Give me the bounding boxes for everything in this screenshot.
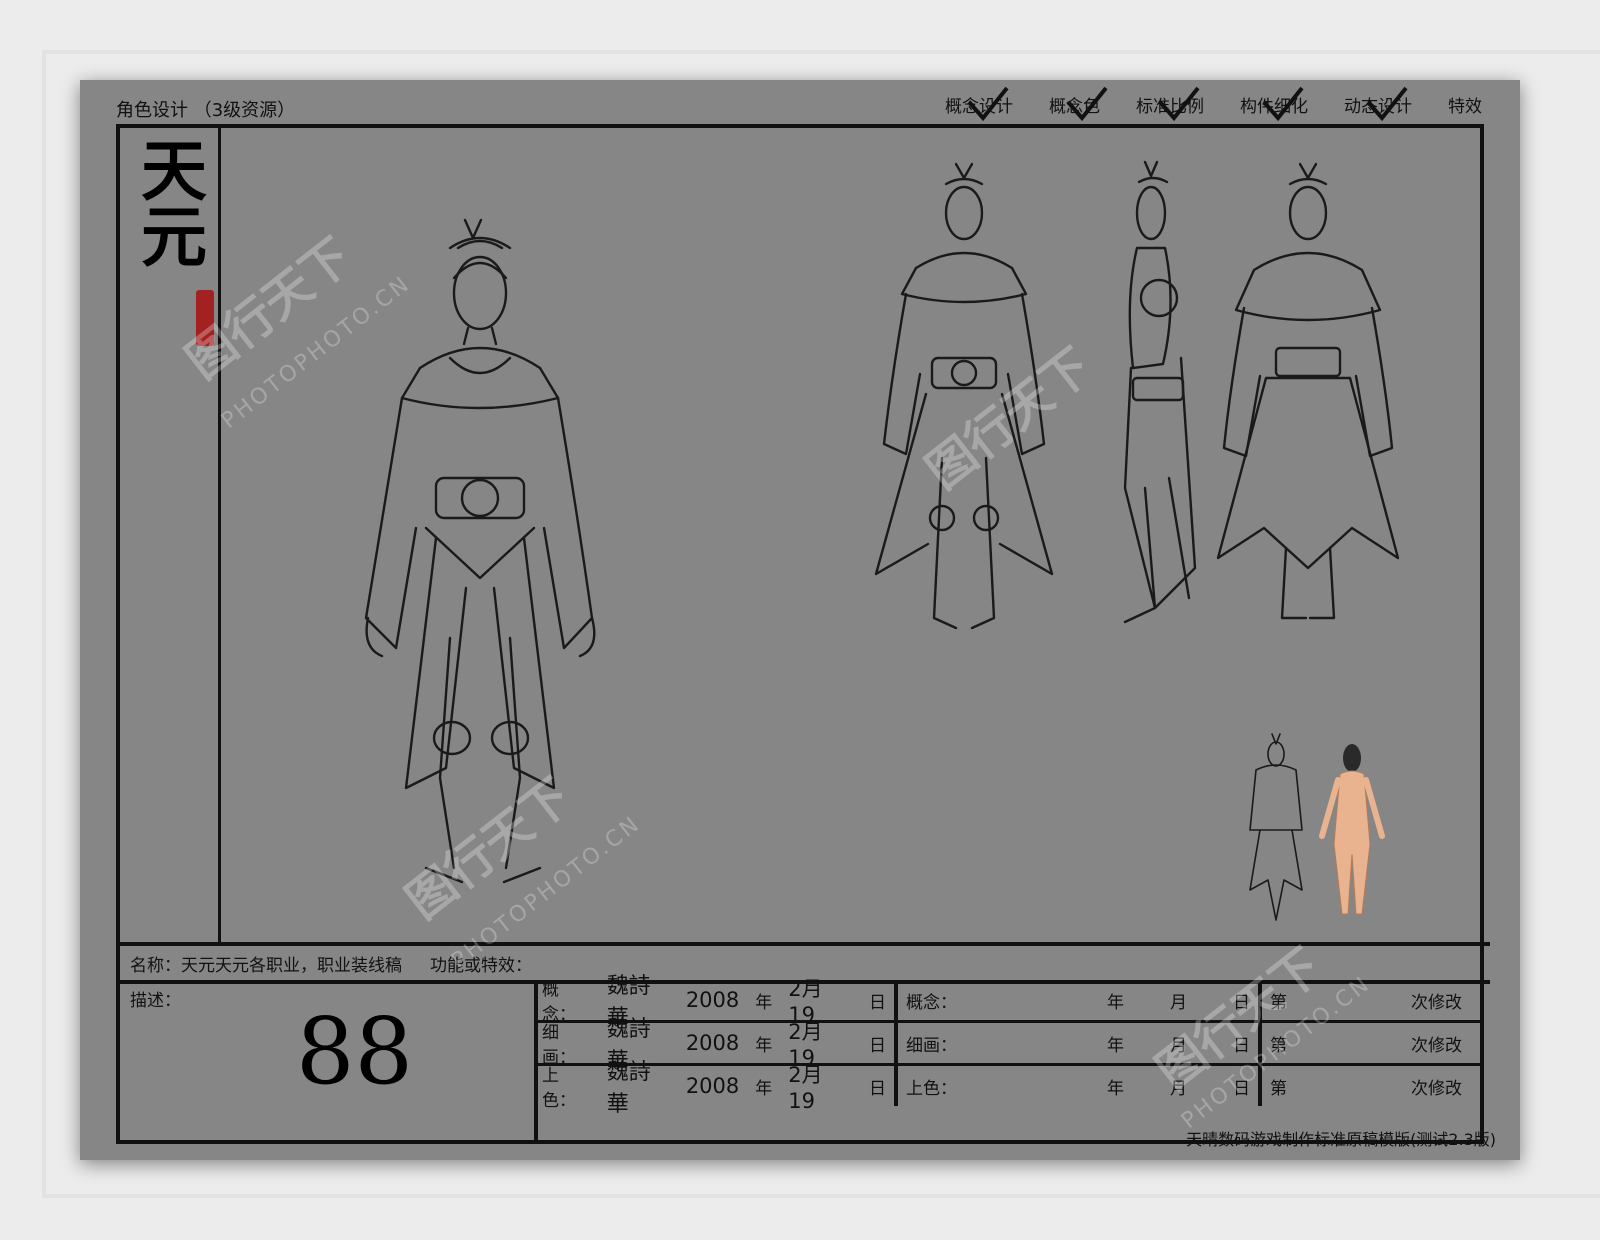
signoff-grid: 概念： 魏詩華 2008 年 2月 19 日 概念：年月日 第次修改 细画： 魏詩華 2008… — [534, 974, 1480, 1140]
stage-motion: 动态设计 — [1344, 86, 1412, 122]
revision-count: 第次修改 — [1270, 1078, 1462, 1099]
signoff-entry: 细画： 魏詩華 2008 年 2月 19 日 — [534, 1017, 898, 1074]
logo-column: 天元 — [120, 128, 221, 942]
stage-effects: 特效 — [1448, 97, 1482, 117]
sheet-title: 角色设计 （3级资源） — [116, 100, 296, 121]
stage-proportion: 标准比例 — [1136, 86, 1204, 122]
stage-concept: 概念设计 — [945, 86, 1013, 122]
side-view-illustration — [1123, 160, 1197, 624]
check-mark-icon — [1066, 86, 1108, 122]
front-view-illustration — [874, 162, 1054, 630]
drawing-board: 天元 名称：天元天元各职业，职业装线稿 功能或特效： 描述： 88 概念： 魏詩… — [116, 124, 1490, 1144]
design-sheet: 角色设计 （3级资源） 概念设计 概念色 标准比例 构件细化 动态设计 特效 天… — [80, 80, 1520, 1160]
game-logo: 天元 — [130, 136, 208, 268]
revision-count: 第次修改 — [1270, 992, 1462, 1013]
revision-entry: 概念：年月日 — [898, 980, 1262, 1020]
stage-concept-color: 概念色 — [1049, 86, 1108, 122]
signoff-row: 上色： 魏詩華 2008 年 2月 19 日 上色：年月日 第次修改 — [534, 1060, 1480, 1117]
revision-count: 第次修改 — [1270, 1035, 1462, 1056]
scale-reference-figures — [1249, 733, 1385, 921]
check-mark-icon — [1366, 86, 1408, 122]
description-number: 88 — [296, 998, 414, 1105]
template-footer: 天晴数码游戏制作标准原稿模版(测试2.3版) — [1186, 1130, 1496, 1149]
main-character-illustration — [364, 218, 596, 884]
stage-detail: 构件细化 — [1240, 86, 1308, 122]
signoff-entry: 上色： 魏詩華 2008 年 2月 19 日 — [534, 1060, 898, 1117]
signoff-row: 概念： 魏詩華 2008 年 2月 19 日 概念：年月日 第次修改 — [534, 974, 1480, 1031]
check-mark-icon — [1158, 86, 1200, 122]
description-cell: 描述： 88 — [120, 980, 538, 1140]
revision-entry: 上色：年月日 — [898, 1066, 1262, 1106]
signoff-row: 细画： 魏詩華 2008 年 2月 19 日 细画：年月日 第次修改 — [534, 1017, 1480, 1074]
check-mark-icon — [1262, 86, 1304, 122]
check-mark-icon — [967, 86, 1009, 122]
function-label: 功能或特效： — [430, 955, 532, 976]
name-field: 名称：天元天元各职业，职业装线稿 — [130, 955, 402, 976]
red-seal-stamp — [196, 290, 214, 346]
revision-entry: 细画：年月日 — [898, 1023, 1262, 1063]
signoff-entry: 概念： 魏詩華 2008 年 2月 19 日 — [534, 974, 898, 1031]
back-view-illustration — [1216, 162, 1400, 620]
description-label: 描述： — [130, 991, 181, 1011]
stage-list: 概念设计 概念色 标准比例 构件细化 动态设计 特效 — [945, 86, 1482, 122]
